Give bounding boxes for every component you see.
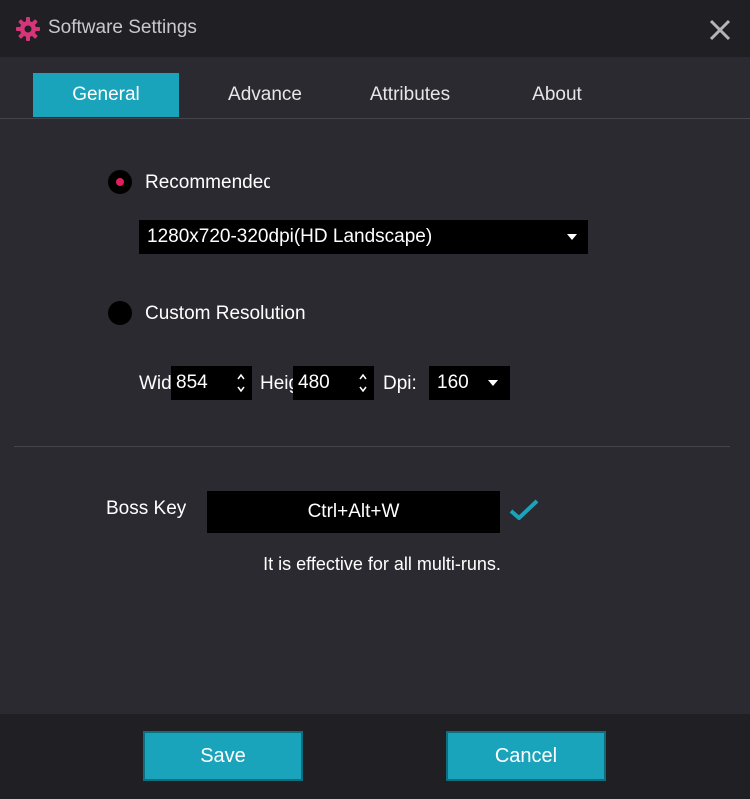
close-icon[interactable] — [704, 14, 736, 46]
checkmark-icon — [509, 499, 539, 520]
save-button[interactable]: Save — [143, 731, 303, 781]
gear-icon — [16, 17, 40, 41]
stepper-arrows-icon[interactable] — [234, 372, 248, 394]
tab-divider — [0, 118, 750, 119]
custom-resolution-label: Custom Resolution — [145, 303, 306, 324]
dpi-label: Dpi: — [383, 373, 417, 394]
recommended-label: Recommended — [145, 172, 270, 193]
title-bar: Software Settings — [0, 0, 750, 57]
resolution-dropdown[interactable]: 1280x720-320dpi(HD Landscape) — [139, 220, 588, 254]
chevron-down-icon — [488, 380, 498, 386]
tab-bar: General Advance Attributes About — [0, 57, 750, 119]
footer-bar — [0, 714, 750, 799]
width-stepper[interactable]: 854 — [171, 366, 252, 400]
height-stepper[interactable]: 480 — [293, 366, 374, 400]
custom-resolution-radio[interactable] — [108, 301, 132, 325]
height-value: 480 — [298, 372, 330, 393]
width-value: 854 — [176, 372, 208, 393]
boss-key-note: It is effective for all multi-runs. — [263, 554, 501, 574]
chevron-down-icon — [567, 234, 577, 240]
tab-general[interactable]: General — [33, 73, 179, 117]
tab-attributes[interactable]: Attributes — [340, 73, 480, 117]
dpi-value: 160 — [437, 372, 469, 393]
radio-selected-dot — [116, 178, 124, 186]
window-title: Software Settings — [48, 17, 197, 38]
tab-about[interactable]: About — [487, 73, 627, 117]
section-divider — [14, 446, 730, 447]
stepper-arrows-icon[interactable] — [356, 372, 370, 394]
boss-key-label: Boss Key — [106, 498, 187, 519]
dpi-dropdown[interactable]: 160 — [429, 366, 510, 400]
width-label: Width — [139, 373, 171, 394]
height-label: Height — [260, 373, 293, 394]
recommended-radio[interactable] — [108, 170, 132, 194]
boss-key-input[interactable]: Ctrl+Alt+W — [207, 491, 500, 533]
cancel-button[interactable]: Cancel — [446, 731, 606, 781]
tab-advance[interactable]: Advance — [195, 73, 335, 117]
resolution-dropdown-value: 1280x720-320dpi(HD Landscape) — [147, 226, 433, 247]
